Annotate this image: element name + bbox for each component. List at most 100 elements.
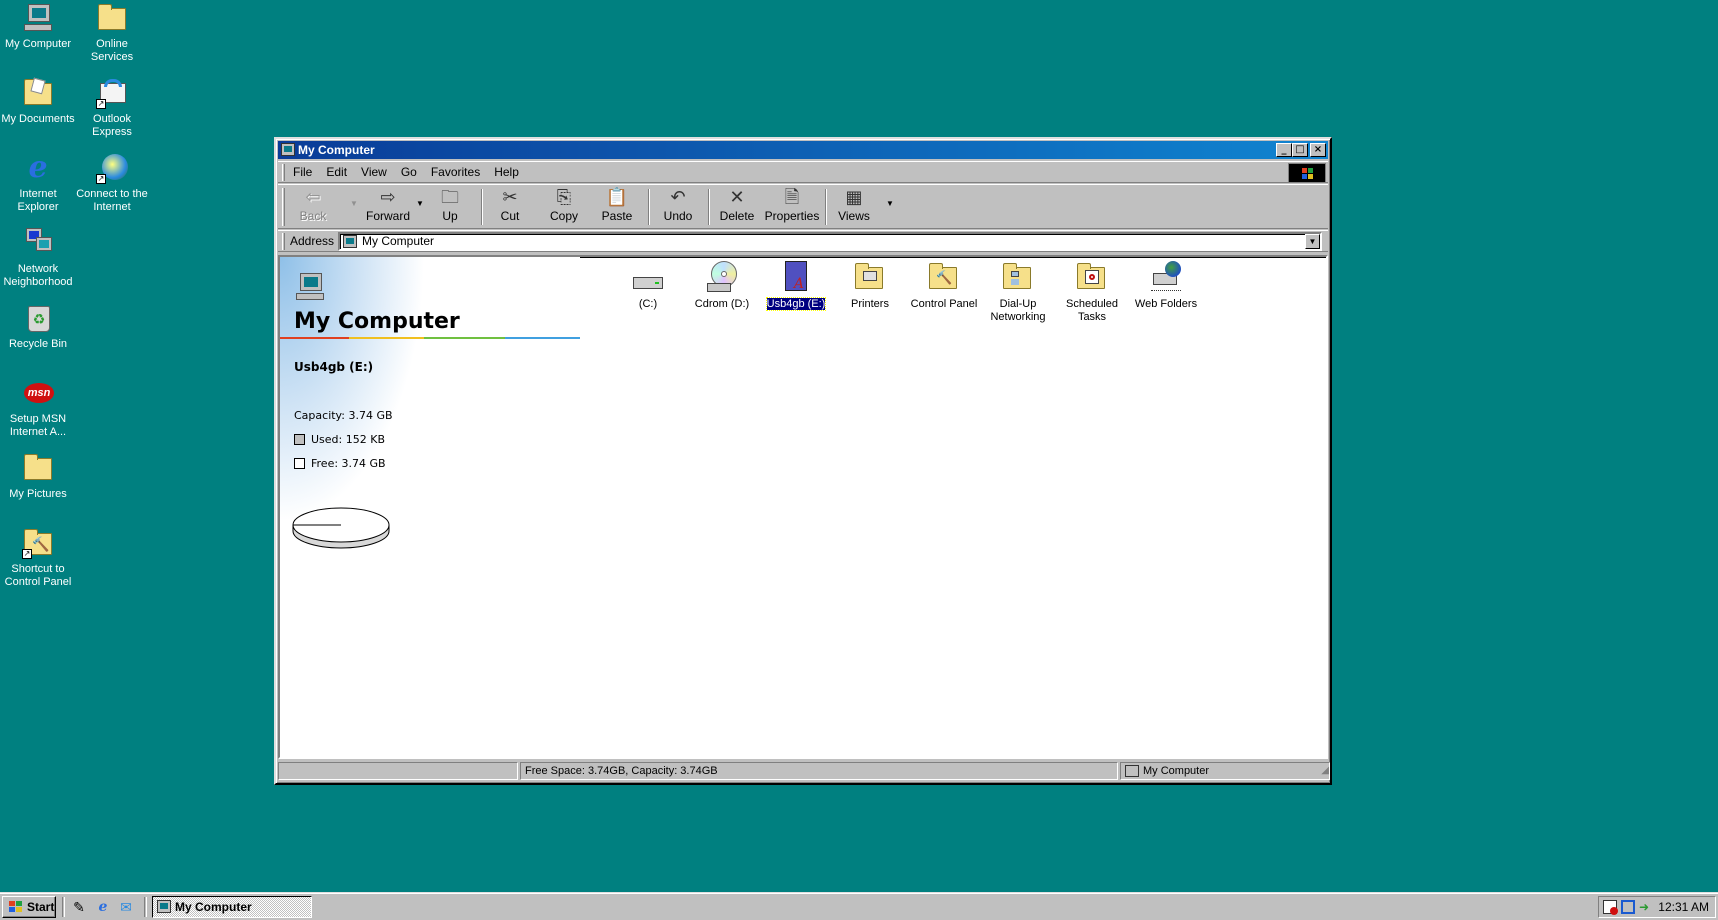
- my-computer-icon: [281, 143, 295, 156]
- item-cdrom-d[interactable]: Cdrom (D:): [684, 261, 760, 311]
- taskbar-grip[interactable]: [144, 897, 147, 917]
- desktop-icon-connect-internet[interactable]: ↗ Connect to the Internet: [74, 152, 150, 214]
- desktop-icon-setup-msn[interactable]: msn Setup MSN Internet A...: [0, 377, 76, 439]
- windows-flag-icon: [9, 901, 22, 912]
- menu-favorites[interactable]: Favorites: [424, 165, 487, 179]
- clock[interactable]: 12:31 AM: [1658, 897, 1709, 917]
- item-label: Cdrom (D:): [694, 298, 750, 310]
- recycle-bin-icon: ♻: [22, 302, 54, 334]
- start-button[interactable]: Start: [2, 896, 56, 918]
- item-label: Printers: [851, 298, 889, 310]
- back-button[interactable]: ⇦ Back: [290, 187, 336, 227]
- views-button[interactable]: ▦ Views: [831, 187, 877, 227]
- paste-icon: 📋: [605, 187, 629, 208]
- show-desktop-icon[interactable]: ✎: [70, 898, 88, 916]
- close-button[interactable]: ×: [1310, 143, 1326, 157]
- delete-x-icon: ✕: [729, 187, 745, 208]
- properties-button[interactable]: 🗎 Properties: [762, 187, 822, 227]
- menu-file[interactable]: File: [286, 165, 319, 179]
- item-c[interactable]: (C:): [610, 261, 686, 311]
- menu-view[interactable]: View: [354, 165, 394, 179]
- system-tray: ➜ 12:31 AM: [1598, 896, 1716, 918]
- pane-title: My Computer: [294, 309, 460, 334]
- disk-usage-pie: [292, 507, 390, 549]
- status-free-space: Free Space: 3.74GB, Capacity: 3.74GB: [520, 762, 1118, 780]
- toolbar-separator: [708, 189, 710, 225]
- msn-icon: msn: [22, 377, 54, 409]
- back-dropdown-icon[interactable]: ▼: [350, 199, 358, 208]
- desktop-icon-my-documents[interactable]: My Documents: [0, 77, 76, 126]
- menu-grip[interactable]: [282, 164, 285, 181]
- views-dropdown-icon[interactable]: ▼: [886, 199, 894, 208]
- item-scheduled-tasks[interactable]: Scheduled Tasks: [1054, 261, 1130, 324]
- item-control-panel[interactable]: 🔨 Control Panel: [906, 261, 982, 311]
- cut-button[interactable]: ✂ Cut: [488, 187, 532, 227]
- copy-icon: ⎘: [556, 187, 572, 208]
- menu-help[interactable]: Help: [487, 165, 526, 179]
- task-scheduler-icon[interactable]: [1603, 900, 1618, 915]
- desktop-icon-my-computer[interactable]: My Computer: [0, 2, 76, 51]
- scissors-icon: ✂: [502, 187, 518, 208]
- copy-button[interactable]: ⎘ Copy: [541, 187, 587, 227]
- address-dropdown-button[interactable]: ▼: [1305, 234, 1320, 249]
- address-input[interactable]: My Computer ▼: [338, 232, 1322, 251]
- back-arrow-icon: ⇦: [305, 187, 321, 208]
- my-computer-icon: [294, 271, 328, 305]
- desktop-icon-online-services[interactable]: Online Services: [74, 2, 150, 64]
- paste-button[interactable]: 📋 Paste: [594, 187, 640, 227]
- item-usb4gb-e[interactable]: A Usb4gb (E:): [758, 261, 834, 311]
- address-label: Address: [290, 234, 335, 248]
- toolbar-separator: [481, 189, 483, 225]
- dialup-folder-icon: [1001, 261, 1035, 295]
- menu-bar: File Edit View Go Favorites Help: [278, 161, 1328, 183]
- maximize-button[interactable]: □: [1292, 143, 1308, 157]
- internet-explorer-icon: e: [28, 150, 48, 185]
- taskbar: Start ✎ e ✉ My Computer ➜ 12:31 AM: [0, 892, 1718, 920]
- my-computer-window: My Computer _ □ × File Edit View Go Favo…: [274, 137, 1332, 785]
- internet-explorer-icon[interactable]: e: [94, 898, 112, 916]
- desktop-icon-recycle-bin[interactable]: ♻ Recycle Bin: [0, 302, 76, 351]
- printers-folder-icon: [853, 261, 887, 295]
- minimize-button[interactable]: _: [1276, 143, 1292, 157]
- capacity-text: Capacity: 3.74 GB: [294, 409, 393, 422]
- resize-grip-icon[interactable]: ◢: [1321, 763, 1329, 779]
- control-panel-folder-icon: 🔨: [927, 261, 961, 295]
- network-icon: [22, 227, 54, 259]
- desktop-icon-internet-explorer[interactable]: e Internet Explorer: [0, 152, 76, 214]
- quicklaunch-grip[interactable]: [62, 897, 65, 917]
- used-swatch: [294, 434, 305, 445]
- item-label: (C:): [638, 298, 658, 310]
- title-bar[interactable]: My Computer _ □ ×: [278, 141, 1328, 159]
- item-dial-up-networking[interactable]: Dial-Up Networking: [980, 261, 1056, 324]
- control-panel-icon: 🔨 ↗: [22, 527, 54, 559]
- status-zone: My Computer ◢: [1120, 762, 1330, 780]
- delete-button[interactable]: ✕ Delete: [714, 187, 760, 227]
- status-cell-empty: [278, 762, 518, 780]
- desktop-icon-control-panel-shortcut[interactable]: 🔨 ↗ Shortcut to Control Panel: [0, 527, 76, 589]
- toolbar-grip[interactable]: [282, 188, 285, 226]
- network-tray-icon[interactable]: [1621, 900, 1635, 914]
- address-grip[interactable]: [282, 233, 285, 250]
- forward-button[interactable]: ⇨ Forward: [360, 187, 416, 227]
- item-printers[interactable]: Printers: [832, 261, 908, 311]
- my-computer-icon: [157, 900, 171, 913]
- item-web-folders[interactable]: Web Folders: [1128, 261, 1204, 311]
- undo-button[interactable]: ↶ Undo: [655, 187, 701, 227]
- forward-dropdown-icon[interactable]: ▼: [416, 199, 424, 208]
- menu-edit[interactable]: Edit: [319, 165, 354, 179]
- desktop-icon-outlook-express[interactable]: ↗ Outlook Express: [74, 77, 150, 139]
- connect-internet-icon: ↗: [96, 152, 128, 184]
- usb-safe-remove-icon[interactable]: ➜: [1639, 900, 1653, 914]
- toolbar-separator: [648, 189, 650, 225]
- my-computer-icon: [22, 2, 54, 34]
- item-label: Dial-Up Networking: [990, 298, 1046, 323]
- cdrom-icon: [705, 261, 739, 295]
- desktop-icon-my-pictures[interactable]: My Pictures: [0, 452, 76, 501]
- up-button[interactable]: 🗀 Up: [428, 187, 472, 227]
- outlook-express-icon[interactable]: ✉: [117, 898, 135, 916]
- hard-drive-icon: [631, 261, 665, 295]
- address-value: My Computer: [362, 234, 435, 248]
- menu-go[interactable]: Go: [394, 165, 424, 179]
- taskbar-button-my-computer[interactable]: My Computer: [152, 896, 312, 918]
- desktop-icon-network-neighborhood[interactable]: Network Neighborhood: [0, 227, 76, 289]
